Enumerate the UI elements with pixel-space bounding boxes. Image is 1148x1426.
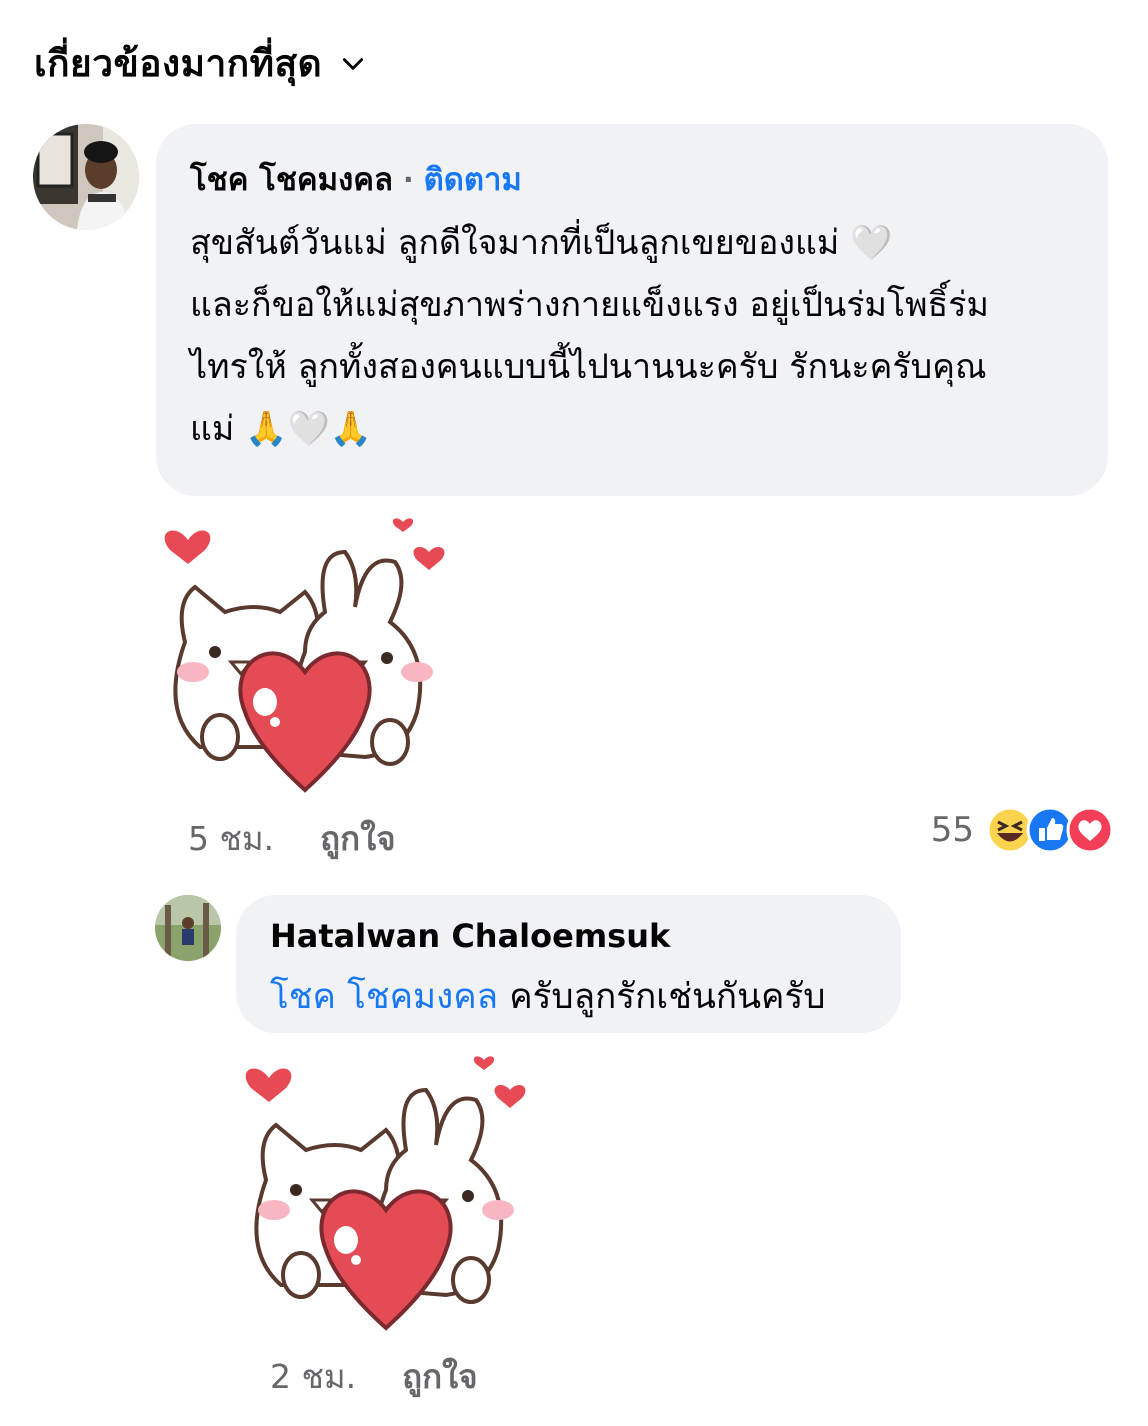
like-button[interactable]: ถูกใจ [402, 1350, 477, 1403]
comment-line: แม่ 🙏🤍🙏 [190, 409, 373, 449]
reaction-icons [986, 806, 1114, 854]
comment-line: ไทรให้ ลูกทั้งสองคนแบบนี้ไปนานนะครับ รัก… [190, 347, 987, 387]
like-button[interactable]: ถูกใจ [320, 812, 395, 865]
comment-author[interactable]: โชค โชคมงคล [190, 154, 393, 204]
reaction-count: 55 [930, 810, 974, 850]
sticker[interactable] [236, 1050, 536, 1340]
sort-label: เกี่ยวข้องมากที่สุด [34, 42, 323, 85]
comment-line: และก็ขอให้แม่สุขภาพร่างกายแข็งแรง อยู่เป… [190, 285, 989, 325]
chevron-down-icon [343, 57, 364, 70]
comment-meta: 5 ชม. ถูกใจ [188, 812, 396, 865]
reply-time[interactable]: 2 ชม. [270, 1350, 356, 1403]
love-reaction-icon [1066, 806, 1114, 854]
reply-body: ครับลูกรักเช่นกันครับ [498, 977, 826, 1017]
cat-bunny-heart-sticker-icon [164, 518, 445, 793]
reply-text: โชค โชคมงคล ครับลูกรักเช่นกันครับ [270, 969, 867, 1024]
sticker[interactable] [155, 512, 455, 802]
avatar[interactable] [155, 895, 221, 961]
comment-text: สุขสันต์วันแม่ ลูกดีใจมากที่เป็นลูกเขยขอ… [190, 212, 1074, 460]
mention-link[interactable]: โชค โชคมงคล [270, 977, 498, 1017]
comment-time[interactable]: 5 ชม. [188, 812, 274, 865]
reply-meta: 2 ชม. ถูกใจ [270, 1350, 478, 1403]
reaction-summary[interactable]: 55 [931, 806, 1114, 854]
sort-dropdown[interactable]: เกี่ยวข้องมากที่สุด [34, 34, 366, 93]
follow-button[interactable]: ติดตาม [424, 154, 522, 204]
comment-bubble: โชค โชคมงคล · ติดตาม สุขสันต์วันแม่ ลูกด… [156, 124, 1108, 496]
separator: · [402, 162, 414, 196]
comment-header: โชค โชคมงคล · ติดตาม [190, 154, 1074, 204]
avatar[interactable] [33, 124, 139, 230]
reply-author[interactable]: Hatalwan Chaloemsuk [270, 917, 867, 955]
cat-bunny-heart-sticker-icon [245, 1056, 526, 1331]
reply-bubble: Hatalwan Chaloemsuk โชค โชคมงคล ครับลูกร… [236, 895, 901, 1033]
comment-line: สุขสันต์วันแม่ ลูกดีใจมากที่เป็นลูกเขยขอ… [190, 223, 893, 263]
